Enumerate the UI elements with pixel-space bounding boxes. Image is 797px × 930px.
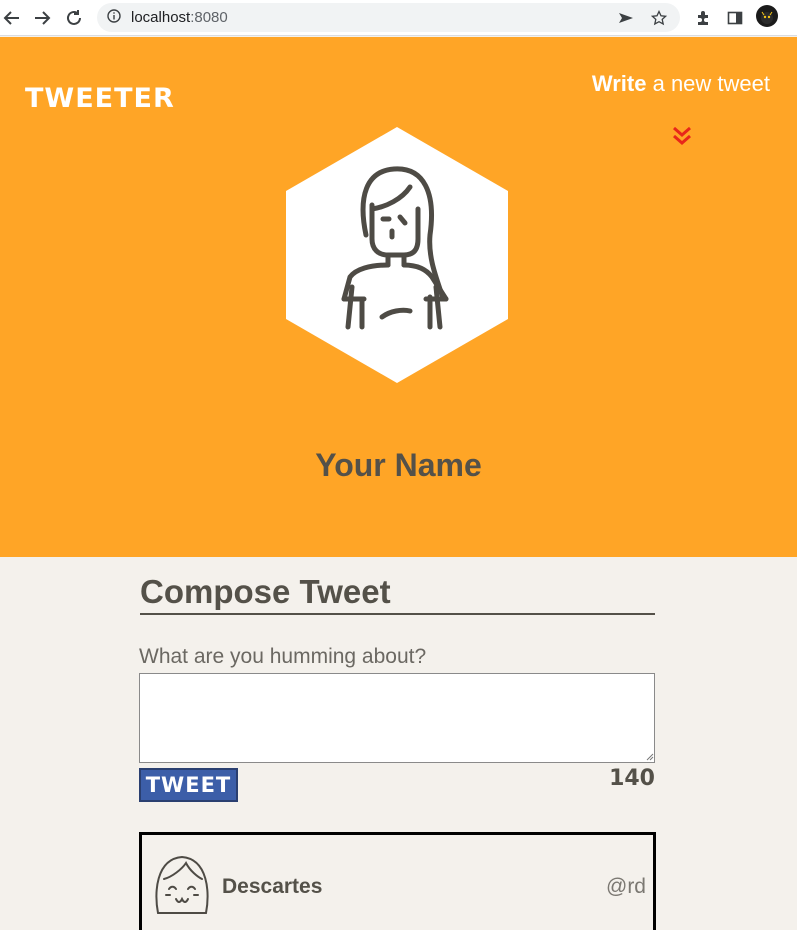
compose-prompt: What are you humming about? [139, 645, 427, 668]
tweet-author-handle: @rd [606, 875, 646, 898]
url-host: localhost [131, 9, 191, 26]
url-text: localhost:8080 [131, 9, 228, 26]
url-port: :8080 [190, 9, 228, 26]
profile-icon[interactable] [756, 5, 778, 27]
tweet-card: Descartes @rd [139, 832, 656, 930]
write-new-tweet-link[interactable]: Write a new tweet [592, 71, 770, 97]
tweet-author-name: Descartes [222, 875, 323, 898]
back-arrow-icon[interactable] [0, 6, 24, 30]
sidebar-icon[interactable] [723, 6, 747, 30]
resize-grip-icon[interactable] [645, 752, 654, 761]
info-icon[interactable] [107, 8, 121, 27]
send-icon[interactable] [615, 7, 637, 29]
profile-name: Your Name [315, 447, 482, 483]
write-label-rest: a new tweet [646, 71, 770, 96]
star-icon[interactable] [648, 7, 670, 29]
forward-arrow-icon[interactable] [30, 6, 54, 30]
character-counter: 140 [609, 766, 655, 791]
avatar-illustration [286, 127, 508, 383]
extensions-icon[interactable] [691, 6, 715, 30]
write-label-bold: Write [591, 71, 647, 96]
reload-icon[interactable] [62, 6, 86, 30]
address-bar[interactable]: localhost:8080 [97, 3, 680, 32]
profile-header: TWEETER Write a new tweet Your Name [0, 37, 797, 557]
browser-toolbar: localhost:8080 [0, 0, 797, 36]
tweet-button[interactable]: TWEET [139, 768, 238, 802]
logo[interactable]: TWEETER [25, 83, 175, 114]
smiling-avatar-icon [155, 855, 209, 914]
tweet-textarea[interactable] [139, 673, 655, 763]
compose-title: Compose Tweet [140, 573, 655, 615]
double-chevron-down-icon[interactable] [671, 125, 693, 147]
